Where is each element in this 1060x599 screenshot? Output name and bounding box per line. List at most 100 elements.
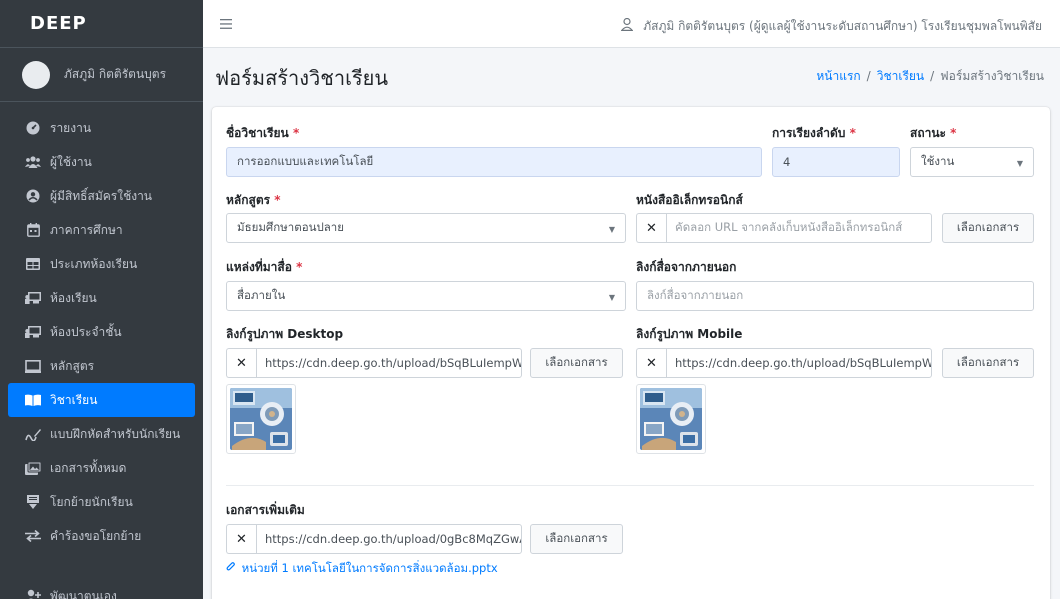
brand-text: DEEP — [30, 12, 87, 34]
brand-logo: DEEP — [30, 12, 87, 34]
ebook-label: หนังสืออิเล็กทรอนิกส์ — [636, 191, 743, 210]
sidebar-item-label: ประเภทห้องเรียน — [50, 256, 138, 271]
breadcrumb: หน้าแรก / วิชาเรียน / ฟอร์มสร้างวิชาเรียน — [816, 67, 1044, 86]
desktop-image-select-file-button[interactable]: เลือกเอกสาร — [530, 348, 623, 378]
sidebar-item-users[interactable]: ผู้ใช้งาน — [8, 145, 195, 179]
sidebar-item-classroom-type[interactable]: ประเภทห้องเรียน — [8, 247, 195, 281]
select-file-label: เลือกเอกสาร — [956, 355, 1020, 369]
attachment-url-input[interactable]: https://cdn.deep.go.th/upload/0gBc8MqZGw… — [256, 524, 522, 554]
breadcrumb-current: ฟอร์มสร้างวิชาเรียน — [940, 69, 1044, 83]
order-input[interactable]: 4 — [772, 147, 900, 177]
photo-icon — [24, 461, 42, 475]
paperclip-icon — [226, 561, 240, 575]
chevron-down-icon: ▼ — [608, 293, 615, 302]
desktop-image-url-input[interactable]: https://cdn.deep.go.th/upload/bSqBLuIemp… — [256, 348, 522, 378]
ebook-label-text: หนังสืออิเล็กทรอนิกส์ — [636, 193, 743, 207]
attachment-url-value: https://cdn.deep.go.th/upload/0gBc8MqZGw… — [265, 532, 522, 546]
sidebar-item-label: แบบฝึกหัดสำหรับนักเรียน — [50, 426, 181, 441]
subject-name-label-text: ชื่อวิชาเรียน — [226, 126, 289, 140]
desktop-image-thumbnail[interactable] — [226, 384, 296, 454]
select-file-label: เลือกเอกสาร — [545, 355, 608, 369]
sidebar-item-label: ผู้มีสิทธิ์สมัครใช้งาน — [50, 188, 153, 203]
curriculum-value: มัธยมศึกษาตอนปลาย — [237, 220, 344, 234]
external-link-input[interactable]: ลิงก์สื่อจากภายนอก — [636, 281, 1034, 311]
sidebar-item-label: ห้องเรียน — [50, 290, 97, 305]
media-source-select[interactable]: สื่อภายใน ▼ — [226, 281, 626, 311]
sidebar-item-semester[interactable]: ภาคการศึกษา — [8, 213, 195, 247]
sidebar-item-classroom[interactable]: ห้องเรียน — [8, 281, 195, 315]
table-icon — [24, 258, 42, 270]
attachments-label-text: เอกสารเพิ่มเติม — [226, 503, 305, 517]
attachment-select-file-button[interactable]: เลือกเอกสาร — [530, 524, 623, 554]
sidebar-item-transfer-requests[interactable]: คำร้องขอโยกย้าย — [8, 519, 195, 553]
order-label-text: การเรียงลำดับ — [772, 126, 846, 140]
sidebar-item-label: คำร้องขอโยกย้าย — [50, 528, 142, 543]
hamburger-icon[interactable] — [220, 14, 232, 33]
attachment-clear-button[interactable]: ✕ — [226, 524, 256, 554]
media-source-label: แหล่งที่มาสื่อ * — [226, 258, 302, 277]
sidebar-item-documents[interactable]: เอกสารทั้งหมด — [8, 451, 195, 485]
sidebar-item-label: รายงาน — [50, 120, 92, 135]
desktop-image-label: ลิงก์รูปภาพ Desktop — [226, 325, 343, 344]
sidebar-item-label: โยกย้ายนักเรียน — [50, 494, 133, 509]
ebook-select-file-button[interactable]: เลือกเอกสาร — [942, 213, 1034, 243]
attachment-file-link[interactable]: หน่วยที่ 1 เทคโนโลยีในการจัดการสิ่งแวดล้… — [226, 560, 498, 578]
sidebar-item-label: วิชาเรียน — [50, 392, 98, 407]
curriculum-label: หลักสูตร * — [226, 191, 281, 210]
desktop-image-label-text: ลิงก์รูปภาพ Desktop — [226, 327, 344, 341]
ebook-url-input[interactable]: คัดลอก URL จากคลังเก็บหนังสืออิเล็กทรอนิ… — [666, 213, 932, 243]
breadcrumb-home-link[interactable]: หน้าแรก — [816, 69, 860, 83]
brand[interactable]: DEEP — [0, 0, 203, 48]
person-icon — [620, 17, 634, 35]
ebook-clear-button[interactable]: ✕ — [636, 213, 666, 243]
sidebar-item-homeroom[interactable]: ห้องประจำชั้น — [8, 315, 195, 349]
breadcrumb-separator: / — [866, 69, 871, 83]
order-value: 4 — [783, 155, 791, 169]
subject-name-value: การออกแบบและเทคโนโลยี — [237, 154, 374, 168]
status-value: ใช้งาน — [921, 154, 955, 168]
exchange-icon — [24, 530, 42, 542]
sidebar-nav: รายงาน ผู้ใช้งาน ผู้มีสิทธิ์สมัครใช้งาน … — [0, 102, 203, 599]
sidebar-item-subjects[interactable]: วิชาเรียน — [8, 383, 195, 417]
topbar-user-menu[interactable]: ภัสภูมิ กิตติรัตนบุตร (ผู้ดูแลผู้ใช้งานร… — [620, 17, 1042, 36]
required-mark: * — [296, 260, 303, 274]
sidebar-item-curriculum[interactable]: หลักสูตร — [8, 349, 195, 383]
sidebar-item-self-development[interactable]: พัฒนาตนเอง — [8, 579, 195, 599]
subject-name-input[interactable]: การออกแบบและเทคโนโลยี — [226, 147, 762, 177]
sidebar-item-eligible[interactable]: ผู้มีสิทธิ์สมัครใช้งาน — [8, 179, 195, 213]
topbar-user-text: ภัสภูมิ กิตติรัตนบุตร (ผู้ดูแลผู้ใช้งานร… — [643, 19, 1042, 33]
required-mark: * — [950, 126, 957, 140]
curriculum-select[interactable]: มัธยมศึกษาตอนปลาย ▼ — [226, 213, 626, 243]
chalkboard-teacher-icon — [24, 326, 42, 338]
close-icon: ✕ — [646, 220, 657, 236]
sidebar-user-name: ภัสภูมิ กิตติรัตนบุตร — [64, 67, 167, 81]
mobile-image-thumbnail[interactable] — [636, 384, 706, 454]
status-label: สถานะ * — [910, 124, 956, 143]
mobile-image-clear-button[interactable]: ✕ — [636, 348, 666, 378]
attachment-file-name: หน่วยที่ 1 เทคโนโลยีในการจัดการสิ่งแวดล้… — [241, 561, 498, 575]
mobile-image-select-file-button[interactable]: เลือกเอกสาร — [942, 348, 1034, 378]
sidebar-item-report[interactable]: รายงาน — [8, 111, 195, 145]
breadcrumb-subjects-link[interactable]: วิชาเรียน — [877, 69, 924, 83]
order-label: การเรียงลำดับ * — [772, 124, 856, 143]
topbar: ภัสภูมิ กิตติรัตนบุตร (ผู้ดูแลผู้ใช้งานร… — [203, 0, 1060, 48]
mobile-image-url-input[interactable]: https://cdn.deep.go.th/upload/bSqBLuIemp… — [666, 348, 932, 378]
status-label-text: สถานะ — [910, 126, 946, 140]
signature-icon — [24, 428, 42, 441]
desktop-image-clear-button[interactable]: ✕ — [226, 348, 256, 378]
required-mark: * — [849, 126, 856, 140]
sidebar-item-transfer[interactable]: โยกย้ายนักเรียน — [8, 485, 195, 519]
sidebar-item-label: หลักสูตร — [50, 358, 95, 373]
square-icon — [24, 359, 42, 373]
sidebar: DEEP ภัสภูมิ กิตติรัตนบุตร รายงาน ผู้ใช้… — [0, 0, 203, 599]
status-select[interactable]: ใช้งาน ▼ — [910, 147, 1034, 177]
technology-collage-image — [640, 388, 702, 450]
user-circle-icon — [24, 189, 42, 203]
user-panel[interactable]: ภัสภูมิ กิตติรัตนบุตร — [0, 48, 203, 102]
chevron-down-icon: ▼ — [608, 225, 615, 234]
sidebar-item-label: ภาคการศึกษา — [50, 222, 123, 237]
close-icon: ✕ — [646, 355, 657, 371]
curriculum-label-text: หลักสูตร — [226, 193, 271, 207]
external-link-label-text: ลิงก์สื่อจากภายนอก — [636, 260, 737, 274]
sidebar-item-exercises[interactable]: แบบฝึกหัดสำหรับนักเรียน — [8, 417, 195, 451]
